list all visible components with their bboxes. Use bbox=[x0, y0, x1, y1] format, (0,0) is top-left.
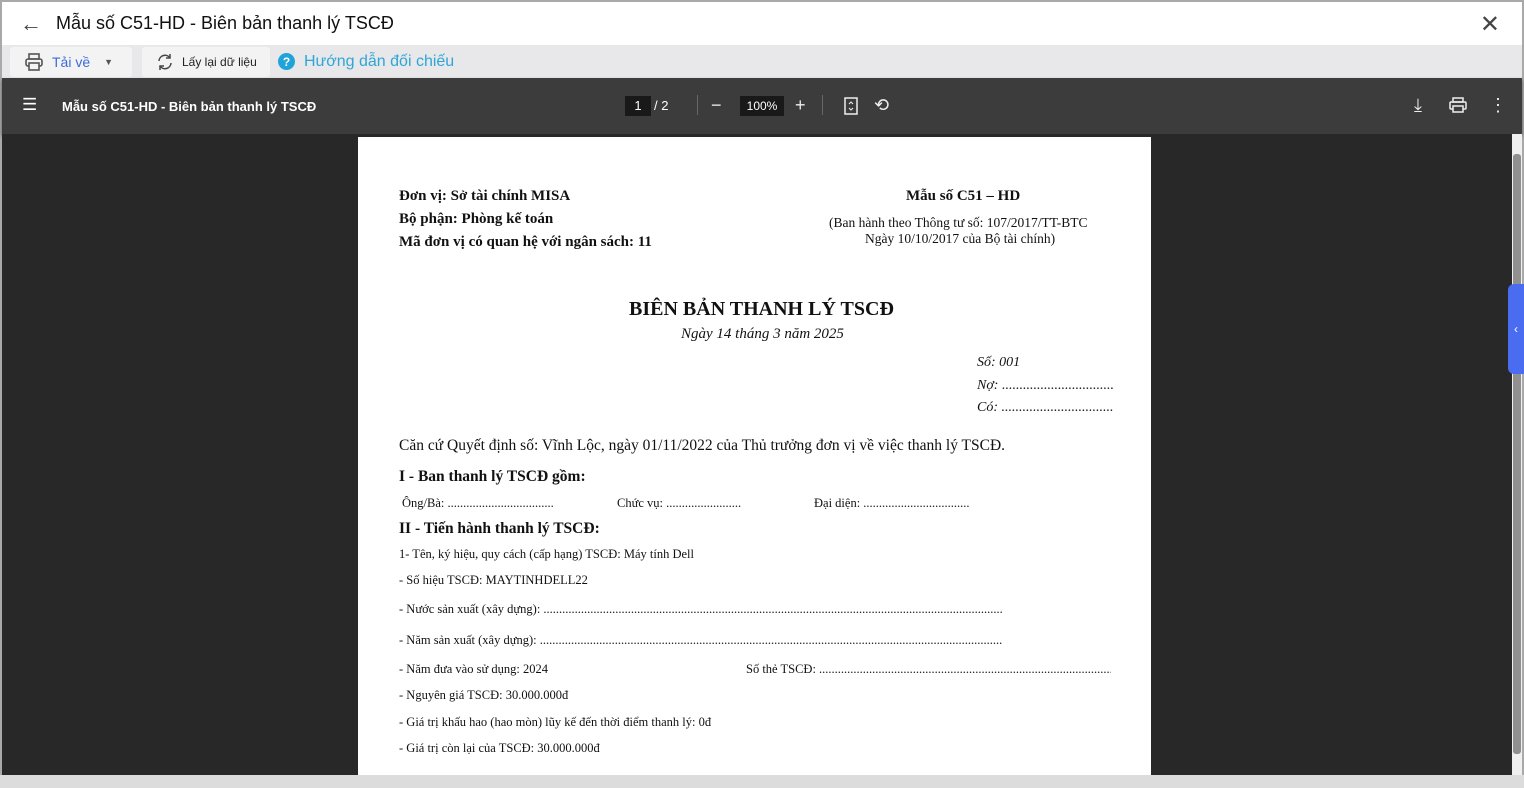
title-bar: ← Mẫu số C51-HD - Biên bản thanh lý TSCĐ… bbox=[2, 2, 1522, 45]
asset-code: - Số hiệu TSCĐ: MAYTINHDELL22 bbox=[399, 573, 588, 587]
menu-icon[interactable]: ☰ bbox=[22, 95, 37, 115]
accumulated-depreciation: - Giá trị khấu hao (hao mòn) lũy kế đến … bbox=[399, 715, 712, 729]
action-toolbar: Tải về ▼ Lấy lại dữ liệu ? Hướng dẫn đối… bbox=[2, 45, 1522, 78]
section-1-heading: I - Ban thanh lý TSCĐ gồm: bbox=[399, 468, 586, 485]
original-cost: - Nguyên giá TSCĐ: 30.000.000đ bbox=[399, 688, 569, 702]
asset-name: 1- Tên, ký hiệu, quy cách (cấp hạng) TSC… bbox=[399, 547, 694, 561]
horizontal-scrollbar[interactable] bbox=[0, 775, 1524, 788]
download-button[interactable]: Tải về ▼ bbox=[10, 46, 132, 77]
form-number: Mẫu số C51 – HD bbox=[906, 188, 1021, 204]
reload-data-label: Lấy lại dữ liệu bbox=[182, 54, 257, 69]
scrollbar-thumb[interactable] bbox=[1513, 154, 1521, 754]
printer-icon bbox=[25, 52, 43, 71]
document-heading: BIÊN BẢN THANH LÝ TSCĐ bbox=[629, 298, 894, 320]
page-total: / 2 bbox=[654, 98, 669, 113]
window-title: Mẫu số C51-HD - Biên bản thanh lý TSCĐ bbox=[56, 13, 394, 33]
year-of-manufacture: - Năm sản xuất (xây dựng): .............… bbox=[399, 633, 1003, 647]
pdf-title: Mẫu số C51-HD - Biên bản thanh lý TSCĐ bbox=[62, 99, 317, 114]
pdf-viewer: Đơn vị: Sở tài chính MISA Bộ phận: Phòng… bbox=[2, 134, 1522, 775]
zoom-out-icon[interactable]: − bbox=[711, 94, 722, 116]
chevron-left-icon: ‹ bbox=[1514, 322, 1518, 336]
print-icon[interactable] bbox=[1449, 97, 1467, 113]
budget-code: Mã đơn vị có quan hệ với ngân sách: 11 bbox=[399, 234, 652, 250]
country-of-manufacture: - Nước sản xuất (xây dựng): ............… bbox=[399, 602, 1003, 616]
divider bbox=[697, 95, 698, 115]
pdf-page: Đơn vị: Sở tài chính MISA Bộ phận: Phòng… bbox=[358, 137, 1151, 775]
reconciliation-guide-label: Hướng dẫn đối chiếu bbox=[304, 52, 455, 70]
year-in-use: - Năm đưa vào sử dụng: 2024 bbox=[399, 662, 548, 676]
close-icon[interactable]: ✕ bbox=[1480, 10, 1500, 39]
document-number: Số: 001 bbox=[977, 355, 1021, 370]
reload-data-button[interactable]: Lấy lại dữ liệu bbox=[142, 46, 270, 77]
basis-text: Căn cứ Quyết định số: Vĩnh Lộc, ngày 01/… bbox=[399, 437, 1006, 454]
reconciliation-guide-link[interactable]: ? Hướng dẫn đối chiếu bbox=[278, 53, 454, 71]
back-arrow-icon[interactable]: ← bbox=[20, 11, 42, 37]
zoom-in-icon[interactable]: + bbox=[795, 94, 806, 116]
side-panel-toggle[interactable]: ‹ bbox=[1508, 284, 1524, 374]
rotate-icon[interactable]: ⟲ bbox=[874, 94, 889, 116]
department: Bộ phận: Phòng kế toán bbox=[399, 211, 554, 227]
pdf-viewer-toolbar: ☰ Mẫu số C51-HD - Biên bản thanh lý TSCĐ… bbox=[2, 78, 1522, 134]
asset-card-number: Số thẻ TSCĐ: ...........................… bbox=[746, 662, 1111, 676]
member-name: Ông/Bà: ................................… bbox=[402, 496, 554, 510]
member-position: Chức vụ: ........................ bbox=[617, 496, 742, 510]
unit: Đơn vị: Sở tài chính MISA bbox=[399, 188, 571, 204]
vertical-scrollbar[interactable] bbox=[1512, 134, 1522, 775]
download-icon[interactable]: ⤓ bbox=[1414, 94, 1422, 116]
chevron-down-icon[interactable]: ▼ bbox=[104, 57, 113, 67]
fit-page-icon[interactable] bbox=[844, 97, 858, 115]
divider bbox=[822, 95, 823, 115]
issued-line-2: Ngày 10/10/2017 của Bộ tài chính) bbox=[865, 231, 1056, 246]
zoom-level-input[interactable]: 100% bbox=[740, 96, 784, 116]
page-number-input[interactable]: 1 bbox=[625, 96, 651, 116]
member-representative: Đại diện: ..............................… bbox=[814, 496, 970, 510]
download-label: Tải về bbox=[52, 53, 91, 70]
document-date: Ngày 14 tháng 3 năm 2025 bbox=[681, 326, 844, 342]
refresh-icon bbox=[158, 53, 172, 70]
more-options-icon[interactable]: ⋮ bbox=[1489, 94, 1507, 116]
credit-field: Có: ................................ bbox=[977, 400, 1114, 415]
help-icon: ? bbox=[278, 53, 295, 70]
issued-line-1: (Ban hành theo Thông tư số: 107/2017/TT-… bbox=[829, 215, 1088, 230]
section-2-heading: II - Tiến hành thanh lý TSCĐ: bbox=[399, 520, 600, 537]
debit-field: Nợ: ................................ bbox=[977, 378, 1114, 393]
remaining-value: - Giá trị còn lại của TSCĐ: 30.000.000đ bbox=[399, 741, 600, 755]
